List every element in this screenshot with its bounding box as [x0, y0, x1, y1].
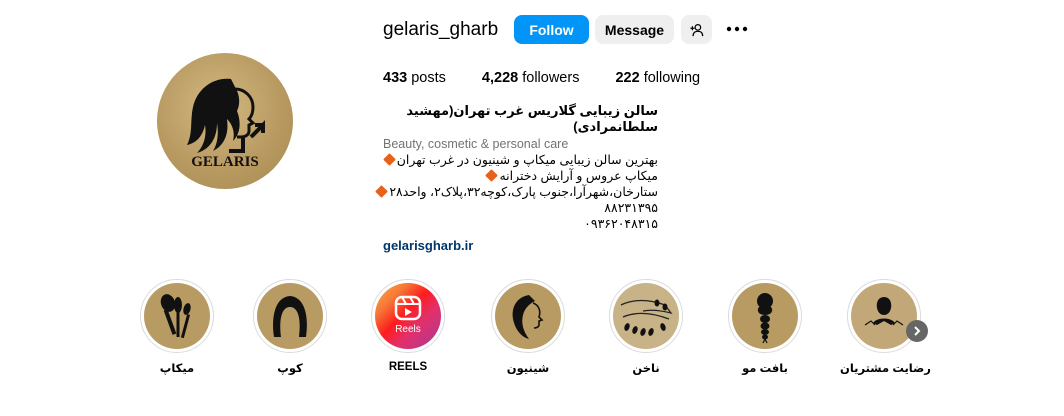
- highlight-label: REELS: [388, 361, 428, 373]
- profile-stats: 433 posts 4,228 followers 222 following: [383, 70, 736, 86]
- orange-diamond-icon: [382, 153, 396, 166]
- profile-website-link[interactable]: gelarisgharb.ir: [383, 238, 658, 254]
- braid-icon: [757, 293, 773, 344]
- highlight-label: کوپ: [277, 363, 303, 375]
- posts-count: 433: [383, 70, 408, 86]
- followers-count: 4,228: [481, 70, 519, 86]
- highlight-label: میکاپ: [159, 363, 195, 375]
- followers-label: followers: [522, 70, 580, 86]
- svg-text:GELARIS: GELARIS: [191, 154, 259, 170]
- message-button[interactable]: Message: [595, 15, 674, 44]
- highlight-label: بافت مو: [742, 363, 788, 375]
- following-label: following: [643, 70, 701, 86]
- suggest-people-button[interactable]: [681, 15, 712, 44]
- highlight-braid[interactable]: بافت مو: [721, 279, 809, 375]
- highlight-nails[interactable]: ناخن: [602, 279, 690, 375]
- bio-line: ۰۹۳۶۲۰۴۸۳۱۵: [584, 217, 658, 231]
- svg-text:Reels: Reels: [395, 324, 421, 335]
- bio-line: ۸۸۲۳۱۳۹۵: [604, 201, 658, 215]
- highlight-makeup[interactable]: میکاپ: [133, 279, 221, 375]
- nails-icon: [620, 299, 673, 336]
- bio-line: ستارخان،شهرآرا،جنوب پارک،کوچه۳۲،پلاک۲، و…: [375, 184, 658, 200]
- profile-bio: سالن زیبایی گلاریس غرب تهران(مهشید سلطان…: [375, 103, 658, 254]
- highlight-reels[interactable]: Reels REELS: [364, 279, 452, 373]
- customer-icon: [864, 297, 904, 326]
- profile-avatar[interactable]: GELARIS: [157, 53, 293, 189]
- haircut-icon: [273, 296, 307, 337]
- following-count: 222: [615, 70, 640, 86]
- more-dots-icon: [726, 26, 748, 32]
- updo-hair-icon: [512, 295, 544, 339]
- profile-category: Beauty, cosmetic & personal care: [383, 137, 569, 151]
- makeup-brushes-icon: [160, 294, 191, 339]
- bio-line: بهترین سالن زیبایی میکاپ و شینیون در غرب…: [382, 152, 658, 168]
- more-options-button[interactable]: [726, 18, 748, 40]
- profile-full-name: سالن زیبایی گلاریس غرب تهران(مهشید سلطان…: [406, 103, 658, 134]
- gelaris-logo-icon: GELARIS: [187, 78, 265, 170]
- orange-diamond-icon: [375, 185, 389, 198]
- posts-label: posts: [411, 70, 446, 86]
- following-stat[interactable]: 222 following: [615, 70, 700, 86]
- reels-icon: Reels: [394, 295, 422, 335]
- chevron-right-icon: [914, 326, 921, 336]
- highlight-label: شینیون: [506, 363, 550, 375]
- posts-stat: 433 posts: [383, 70, 446, 86]
- followers-stat[interactable]: 4,228 followers: [482, 70, 580, 86]
- highlights-next-button[interactable]: [906, 320, 928, 342]
- highlight-coupe[interactable]: کوپ: [246, 279, 334, 375]
- highlight-label: رضایت مشتریان: [840, 363, 931, 375]
- profile-username: gelaris_gharb: [383, 19, 499, 40]
- orange-diamond-icon: [485, 169, 499, 182]
- bio-line: میکاپ عروس و آرایش دخترانه: [383, 168, 658, 184]
- follow-button[interactable]: Follow: [514, 15, 589, 44]
- add-person-icon: [689, 23, 703, 36]
- highlight-label: ناخن: [632, 363, 660, 375]
- highlight-chignon[interactable]: شینیون: [484, 279, 572, 375]
